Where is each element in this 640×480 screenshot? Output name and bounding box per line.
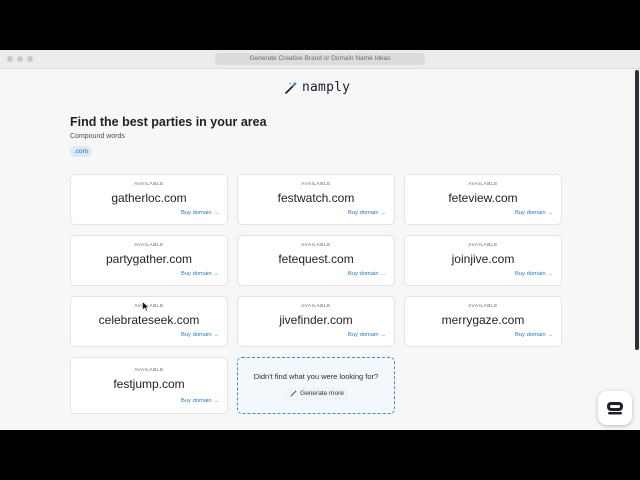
domain-card[interactable]: AVAILABLE feteview.com Buy domain → — [404, 174, 562, 225]
domain-name: partygather.com — [105, 252, 193, 266]
buy-domain-link[interactable]: Buy domain → — [515, 332, 553, 338]
buy-domain-link[interactable]: Buy domain → — [348, 210, 386, 216]
page-title: Find the best parties in your area — [70, 115, 267, 129]
browser-window: Generate Creative Brand or Domain Name I… — [0, 50, 640, 430]
domain-card[interactable]: AVAILABLE partygather.com Buy domain → — [70, 235, 228, 286]
window-controls — [7, 56, 33, 62]
generate-more-button[interactable]: Generate more — [286, 387, 348, 400]
availability-badge: AVAILABLE — [301, 304, 331, 309]
domain-card[interactable]: AVAILABLE fetequest.com Buy domain → — [237, 235, 395, 286]
buy-domain-link[interactable]: Buy domain → — [348, 332, 386, 338]
domain-card[interactable]: AVAILABLE jivefinder.com Buy domain → — [237, 296, 395, 347]
tld-filter-chip[interactable]: .com — [70, 146, 93, 157]
magic-wand-icon — [285, 81, 297, 94]
generate-more-label: Generate more — [300, 390, 344, 397]
page-scrollbar[interactable] — [635, 70, 639, 350]
chat-bubble-icon — [607, 402, 623, 415]
availability-badge: AVAILABLE — [468, 243, 498, 248]
domain-name: jivefinder.com — [279, 313, 353, 327]
domain-name: joinjive.com — [451, 252, 515, 266]
buy-domain-link[interactable]: Buy domain → — [181, 398, 219, 404]
domain-name: fetequest.com — [278, 252, 354, 266]
logo-text: namply — [302, 80, 351, 95]
domain-name: festwatch.com — [277, 191, 355, 205]
availability-badge: AVAILABLE — [301, 243, 331, 248]
domain-card[interactable]: AVAILABLE joinjive.com Buy domain → — [404, 235, 562, 286]
availability-badge: AVAILABLE — [134, 182, 164, 187]
domain-card[interactable]: AVAILABLE gatherloc.com Buy domain → — [70, 174, 228, 225]
domain-name: feteview.com — [448, 191, 518, 205]
category-label: Compound words — [70, 133, 125, 140]
buy-domain-link[interactable]: Buy domain → — [181, 271, 219, 277]
availability-badge: AVAILABLE — [468, 304, 498, 309]
buy-domain-link[interactable]: Buy domain → — [515, 210, 553, 216]
close-window-button[interactable] — [7, 56, 13, 62]
address-bar[interactable]: Generate Creative Brand or Domain Name I… — [215, 53, 425, 65]
title-bar: Generate Creative Brand or Domain Name I… — [0, 50, 640, 69]
domain-name: festjump.com — [113, 377, 185, 391]
availability-badge: AVAILABLE — [134, 243, 164, 248]
generate-more-prompt: Didn't find what you were looking for? — [253, 372, 379, 381]
magic-wand-icon — [290, 390, 297, 397]
buy-domain-link[interactable]: Buy domain → — [181, 332, 219, 338]
domain-card[interactable]: AVAILABLE merrygaze.com Buy domain → — [404, 296, 562, 347]
mouse-cursor-icon — [142, 301, 150, 312]
generate-more-card: Didn't find what you were looking for? G… — [237, 357, 395, 414]
results-grid: AVAILABLE gatherloc.com Buy domain → AVA… — [70, 174, 564, 414]
maximize-window-button[interactable] — [27, 56, 33, 62]
availability-badge: AVAILABLE — [468, 182, 498, 187]
availability-badge: AVAILABLE — [301, 182, 331, 187]
chat-widget-button[interactable] — [598, 391, 632, 425]
domain-name: merrygaze.com — [441, 313, 525, 327]
site-logo[interactable]: namply — [284, 80, 350, 95]
domain-card[interactable]: AVAILABLE festwatch.com Buy domain → — [237, 174, 395, 225]
buy-domain-link[interactable]: Buy domain → — [181, 210, 219, 216]
buy-domain-link[interactable]: Buy domain → — [348, 271, 386, 277]
domain-card[interactable]: AVAILABLE festjump.com Buy domain → — [70, 357, 228, 414]
domain-name: celebrateseek.com — [98, 313, 200, 327]
buy-domain-link[interactable]: Buy domain → — [515, 271, 553, 277]
availability-badge: AVAILABLE — [134, 368, 164, 373]
domain-name: gatherloc.com — [111, 191, 187, 205]
minimize-window-button[interactable] — [17, 56, 23, 62]
